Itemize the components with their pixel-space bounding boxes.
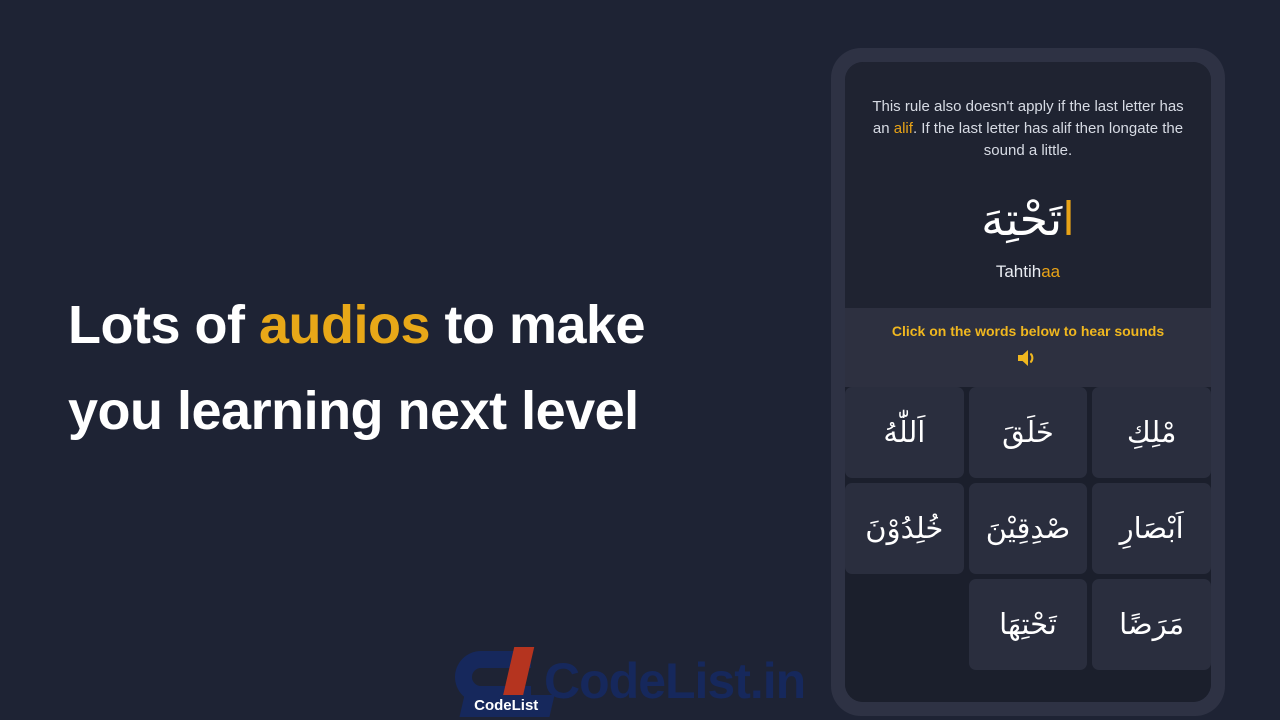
word-tile[interactable]: اَللّٰهُ (845, 387, 964, 478)
word-tile[interactable]: اَبْصَارِ (1092, 483, 1211, 574)
word-tile[interactable]: خُلِدُوْنَ (845, 483, 964, 574)
word-tile[interactable]: صْدِقِيْنَ (968, 483, 1088, 574)
transliteration-main: Tahtih (995, 262, 1042, 281)
lesson-transliteration: Tahtihaa (867, 262, 1189, 282)
lesson-arabic-main: تَحْتِهَ (981, 192, 1063, 246)
lesson-arabic-word: اتَحْتِهَ (867, 188, 1189, 250)
headline-line-1: Lots of audios to make (68, 282, 758, 368)
lesson-arabic-accent-letter: ا (1062, 192, 1075, 246)
phone-screen: This rule also doesn't apply if the last… (845, 62, 1211, 702)
speaker-icon-glyph (1018, 350, 1034, 366)
lesson-description: This rule also doesn't apply if the last… (867, 96, 1189, 162)
headline-text-after: to make (430, 295, 646, 355)
word-tile[interactable]: خَلَقَ (968, 387, 1088, 478)
page-title: Lots of audios to make you learning next… (68, 282, 758, 454)
click-prompt-band: Click on the words below to hear sounds (845, 308, 1211, 387)
logo-plate-label: CodeList (474, 697, 539, 714)
click-prompt-label: Click on the words below to hear sounds (891, 323, 1165, 339)
lesson-description-part2: . If the last letter has alif then longa… (912, 120, 1184, 159)
word-tile[interactable]: تَحْتِهَا (968, 579, 1088, 670)
word-tile[interactable]: مَرَضًا (1092, 579, 1211, 670)
transliteration-accent: aa (1041, 262, 1061, 281)
word-grid: اَللّٰهُ خَلَقَ مْلِكِ خُلِدُوْنَ صْدِقِ… (845, 387, 1211, 702)
codelist-watermark: CodeList CodeList.in (452, 645, 832, 717)
watermark-brand-text: CodeList.in (544, 653, 806, 709)
headline-line-2: you learning next level (68, 381, 639, 441)
word-tile-empty (845, 579, 964, 670)
speaker-icon[interactable] (1016, 347, 1040, 369)
lesson-description-accent: alif (893, 120, 913, 137)
word-tile[interactable]: مْلِكِ (1092, 387, 1211, 478)
logo-plate: CodeList (459, 695, 555, 717)
phone-mockup: This rule also doesn't apply if the last… (831, 48, 1225, 716)
headline-accent-word: audios (258, 295, 431, 355)
headline-text-before: Lots of (68, 295, 259, 355)
lesson-card: This rule also doesn't apply if the last… (845, 62, 1211, 308)
